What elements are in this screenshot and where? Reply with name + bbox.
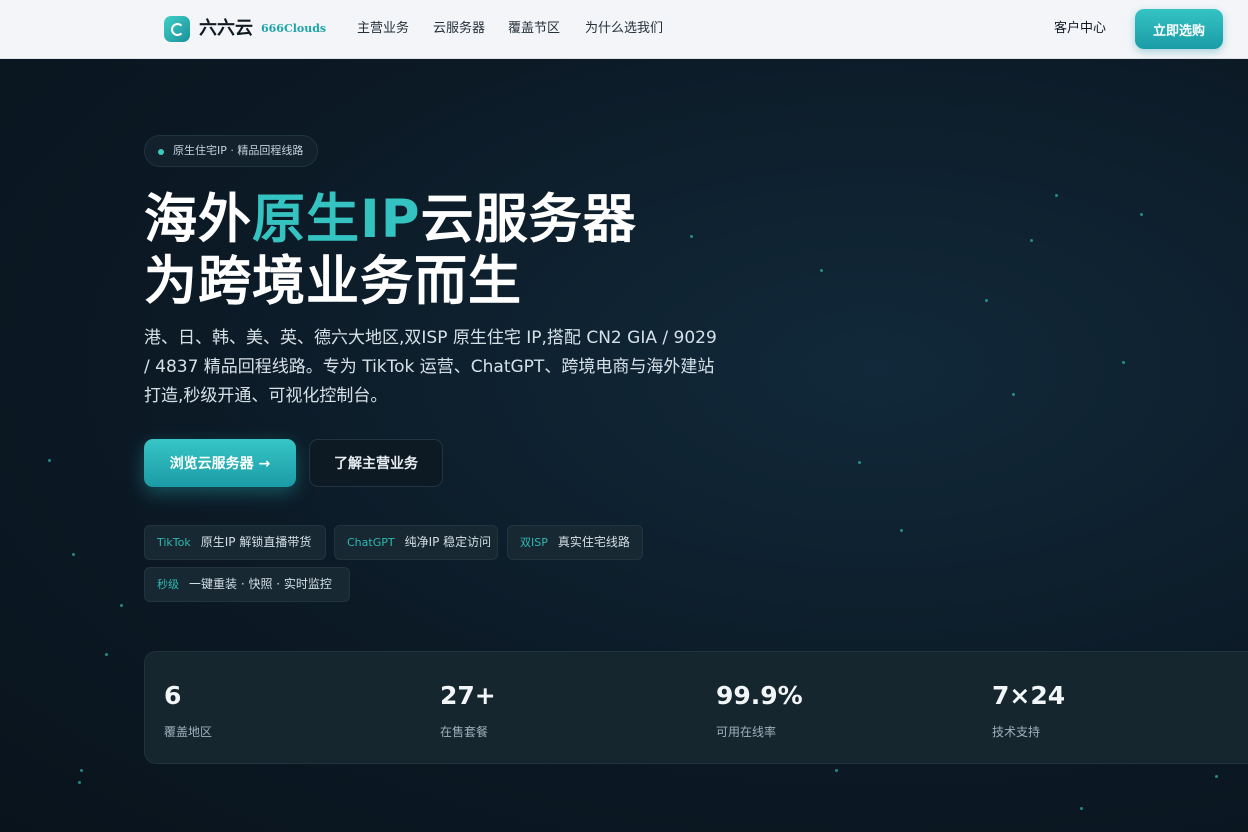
stat-plans: 27+ 在售套餐 bbox=[421, 652, 697, 765]
particle-dot bbox=[900, 529, 903, 532]
particle-dot bbox=[72, 553, 75, 556]
particle-dot bbox=[985, 299, 988, 302]
hero-title-suffix: 云服务器 bbox=[420, 189, 637, 250]
particle-dot bbox=[120, 604, 123, 607]
hero-section: 原生住宅IP · 精品回程线路 海外原生IP云服务器 为跨境业务而生 港、日、韩… bbox=[0, 59, 1248, 832]
feature-chip-chatgpt: ChatGPT 纯净IP 稳定访问 bbox=[334, 525, 498, 560]
logo-icon[interactable] bbox=[164, 16, 190, 42]
particle-dot bbox=[78, 781, 81, 784]
particle-dot bbox=[105, 653, 108, 656]
stat-support: 7×24 技术支持 bbox=[973, 652, 1248, 765]
learn-business-button[interactable]: 了解主营业务 bbox=[309, 439, 443, 487]
stat-value: 27+ bbox=[440, 681, 496, 710]
hero-title-prefix: 海外 bbox=[144, 189, 252, 250]
feature-chip-dual-isp: 双ISP 真实住宅线路 bbox=[507, 525, 643, 560]
chip-key: ChatGPT bbox=[347, 536, 395, 549]
particle-dot bbox=[1055, 194, 1058, 197]
chip-key: 秒级 bbox=[157, 578, 179, 591]
stats-panel: 6 覆盖地区 27+ 在售套餐 99.9% 可用在线率 7×24 技术支持 bbox=[144, 651, 1248, 764]
stat-value: 99.9% bbox=[716, 681, 803, 710]
status-dot-icon bbox=[158, 149, 164, 155]
chip-key: 双ISP bbox=[520, 536, 548, 549]
nav-link-cloud-servers[interactable]: 云服务器 bbox=[433, 20, 485, 38]
chip-text: 原生IP 解锁直播带货 bbox=[200, 535, 312, 549]
particle-dot bbox=[1012, 393, 1015, 396]
particle-dot bbox=[835, 769, 838, 772]
chip-text: 一键重装 · 快照 · 实时监控 bbox=[189, 577, 332, 591]
particle-dot bbox=[690, 235, 693, 238]
chip-text: 真实住宅线路 bbox=[557, 535, 630, 549]
top-navbar: 六六云 666Clouds 主营业务 云服务器 覆盖节区 为什么选我们 客户中心… bbox=[0, 0, 1248, 59]
particle-dot bbox=[1080, 807, 1083, 810]
stat-regions: 6 覆盖地区 bbox=[145, 652, 421, 765]
stat-label: 可用在线率 bbox=[716, 725, 777, 739]
stat-value: 6 bbox=[164, 681, 182, 710]
particle-dot bbox=[1030, 239, 1033, 242]
feature-chip-instant: 秒级 一键重装 · 快照 · 实时监控 bbox=[144, 567, 350, 602]
hero-title-line-2: 为跨境业务而生 bbox=[144, 251, 522, 312]
nav-link-why-us[interactable]: 为什么选我们 bbox=[585, 20, 663, 38]
particle-dot bbox=[820, 269, 823, 272]
particle-dot bbox=[1122, 361, 1125, 364]
nav-link-main-business[interactable]: 主营业务 bbox=[357, 20, 409, 38]
particle-dot bbox=[48, 459, 51, 462]
logo-subtext[interactable]: 666Clouds bbox=[261, 22, 326, 36]
particle-dot bbox=[1215, 775, 1218, 778]
buy-now-button[interactable]: 立即选购 bbox=[1135, 9, 1223, 49]
hero-title-accent: 原生IP bbox=[252, 189, 421, 250]
client-center-link[interactable]: 客户中心 bbox=[1054, 20, 1106, 38]
hero-description: 港、日、韩、美、英、德六大地区,双ISP 原生住宅 IP,搭配 CN2 GIA … bbox=[144, 328, 717, 406]
logo-text[interactable]: 六六云 bbox=[199, 16, 253, 42]
nav-link-coverage[interactable]: 覆盖节区 bbox=[508, 20, 560, 38]
stat-uptime: 99.9% 可用在线率 bbox=[697, 652, 973, 765]
hero-tag-badge: 原生住宅IP · 精品回程线路 bbox=[144, 135, 319, 167]
stat-label: 技术支持 bbox=[992, 725, 1041, 739]
particle-dot bbox=[1140, 213, 1143, 216]
stat-value: 7×24 bbox=[992, 681, 1066, 710]
particle-dot bbox=[858, 461, 861, 464]
chip-text: 纯净IP 稳定访问 bbox=[404, 535, 492, 549]
stat-label: 覆盖地区 bbox=[164, 725, 213, 739]
feature-chip-tiktok: TikTok 原生IP 解锁直播带货 bbox=[144, 525, 326, 560]
chip-key: TikTok bbox=[157, 536, 191, 549]
browse-servers-button[interactable]: 浏览云服务器 → bbox=[144, 439, 296, 487]
hero-title-line-1: 海外原生IP云服务器 bbox=[144, 189, 637, 251]
particle-dot bbox=[80, 769, 83, 772]
hero-tag-text: 原生住宅IP · 精品回程线路 bbox=[173, 144, 304, 157]
stat-label: 在售套餐 bbox=[440, 725, 489, 739]
